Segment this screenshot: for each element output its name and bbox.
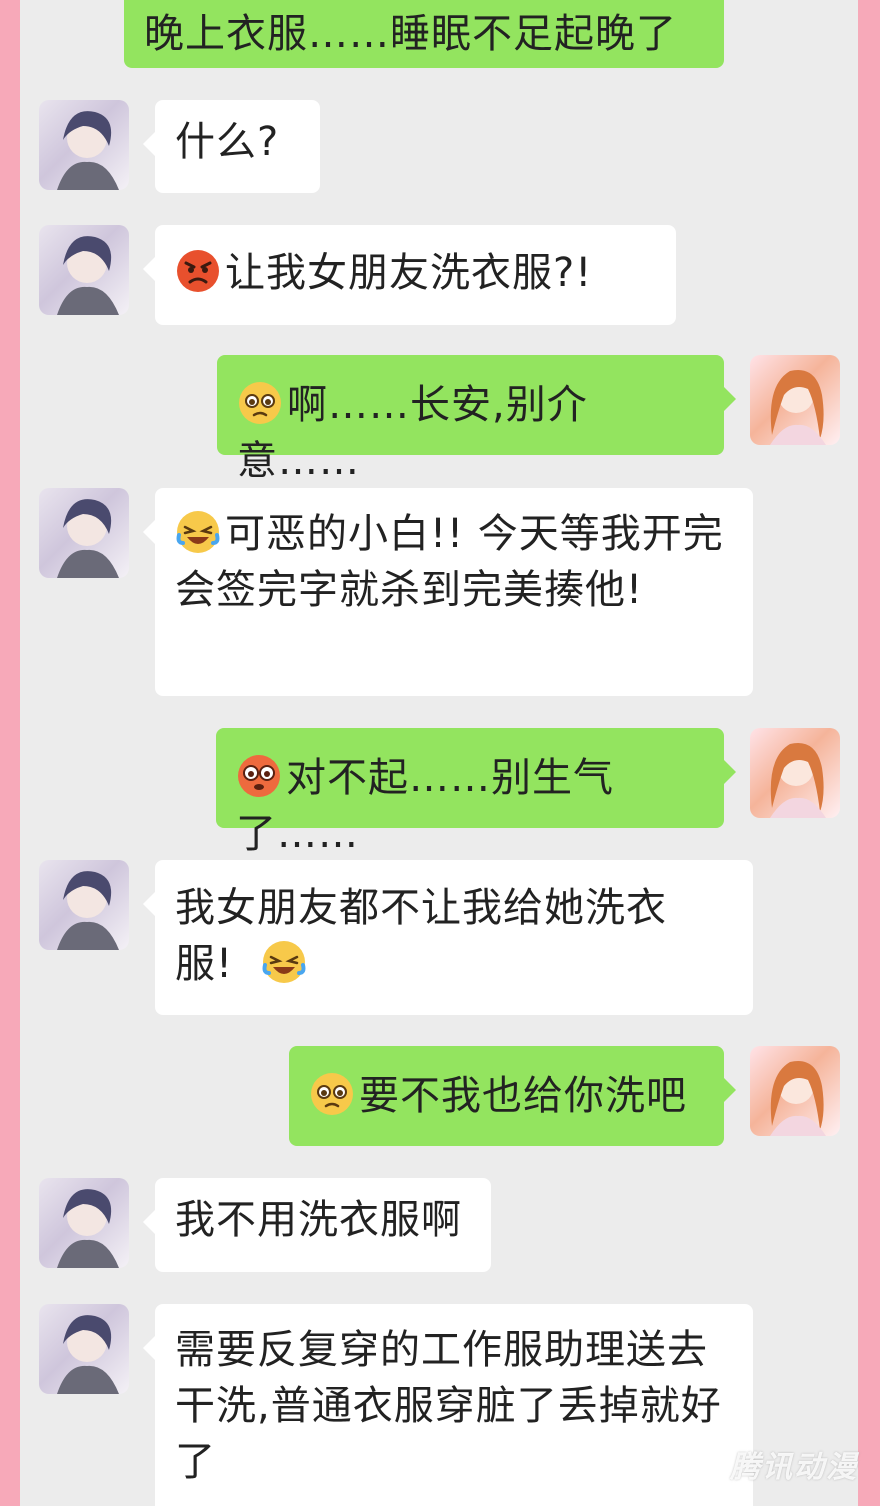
message-text: 晚上衣服……睡眠不足起晚了 bbox=[144, 11, 677, 57]
pleading-face-icon bbox=[309, 1071, 355, 1117]
pleading-face-icon bbox=[237, 380, 283, 426]
chat-message-received: 我不用洗衣服啊 bbox=[143, 1178, 491, 1272]
message-text: 我不用洗衣服啊 bbox=[175, 1197, 462, 1243]
chat-message-received: 让我女朋友洗衣服?! bbox=[143, 225, 676, 325]
message-text: 什么? bbox=[175, 119, 280, 165]
contact-avatar[interactable] bbox=[39, 100, 129, 190]
user-avatar[interactable] bbox=[750, 1046, 840, 1136]
user-avatar[interactable] bbox=[750, 728, 840, 818]
flushed-face-icon bbox=[236, 753, 282, 799]
contact-avatar[interactable] bbox=[39, 1304, 129, 1394]
message-text: 需要反复穿的工作服助理送去干洗,普通衣服穿脏了丢掉就好了 bbox=[175, 1327, 722, 1485]
message-text: 让我女朋友洗衣服?! bbox=[225, 250, 593, 296]
contact-avatar[interactable] bbox=[39, 488, 129, 578]
contact-avatar[interactable] bbox=[39, 1178, 129, 1268]
message-text: 可恶的小白!! 今天等我开完会签完字就杀到完美揍他! bbox=[175, 511, 724, 613]
chat-message-received: 可恶的小白!! 今天等我开完会签完字就杀到完美揍他! bbox=[143, 488, 753, 696]
watermark-logo: 腾讯动漫 bbox=[730, 1450, 858, 1485]
chat-message-sent: 对不起……别生气了…… bbox=[216, 728, 736, 857]
chat-message-sent: 啊……长安,别介意…… bbox=[217, 355, 736, 484]
chat-message-received: 需要反复穿的工作服助理送去干洗,普通衣服穿脏了丢掉就好了 bbox=[143, 1304, 753, 1506]
crying-laughing-face-icon bbox=[175, 509, 221, 555]
chat-message-sent: 晚上衣服……睡眠不足起晚了 bbox=[124, 0, 724, 68]
angry-face-icon bbox=[175, 248, 221, 294]
message-text: 我女朋友都不让我给她洗衣服! bbox=[175, 885, 667, 987]
message-text: 要不我也给你洗吧 bbox=[359, 1073, 687, 1119]
user-avatar[interactable] bbox=[750, 355, 840, 445]
crying-laughing-face-icon bbox=[261, 939, 307, 985]
chat-message-sent: 要不我也给你洗吧 bbox=[289, 1046, 736, 1146]
chat-message-received: 什么? bbox=[143, 100, 320, 193]
contact-avatar[interactable] bbox=[39, 225, 129, 315]
contact-avatar[interactable] bbox=[39, 860, 129, 950]
chat-message-received: 我女朋友都不让我给她洗衣服! bbox=[143, 860, 753, 1015]
